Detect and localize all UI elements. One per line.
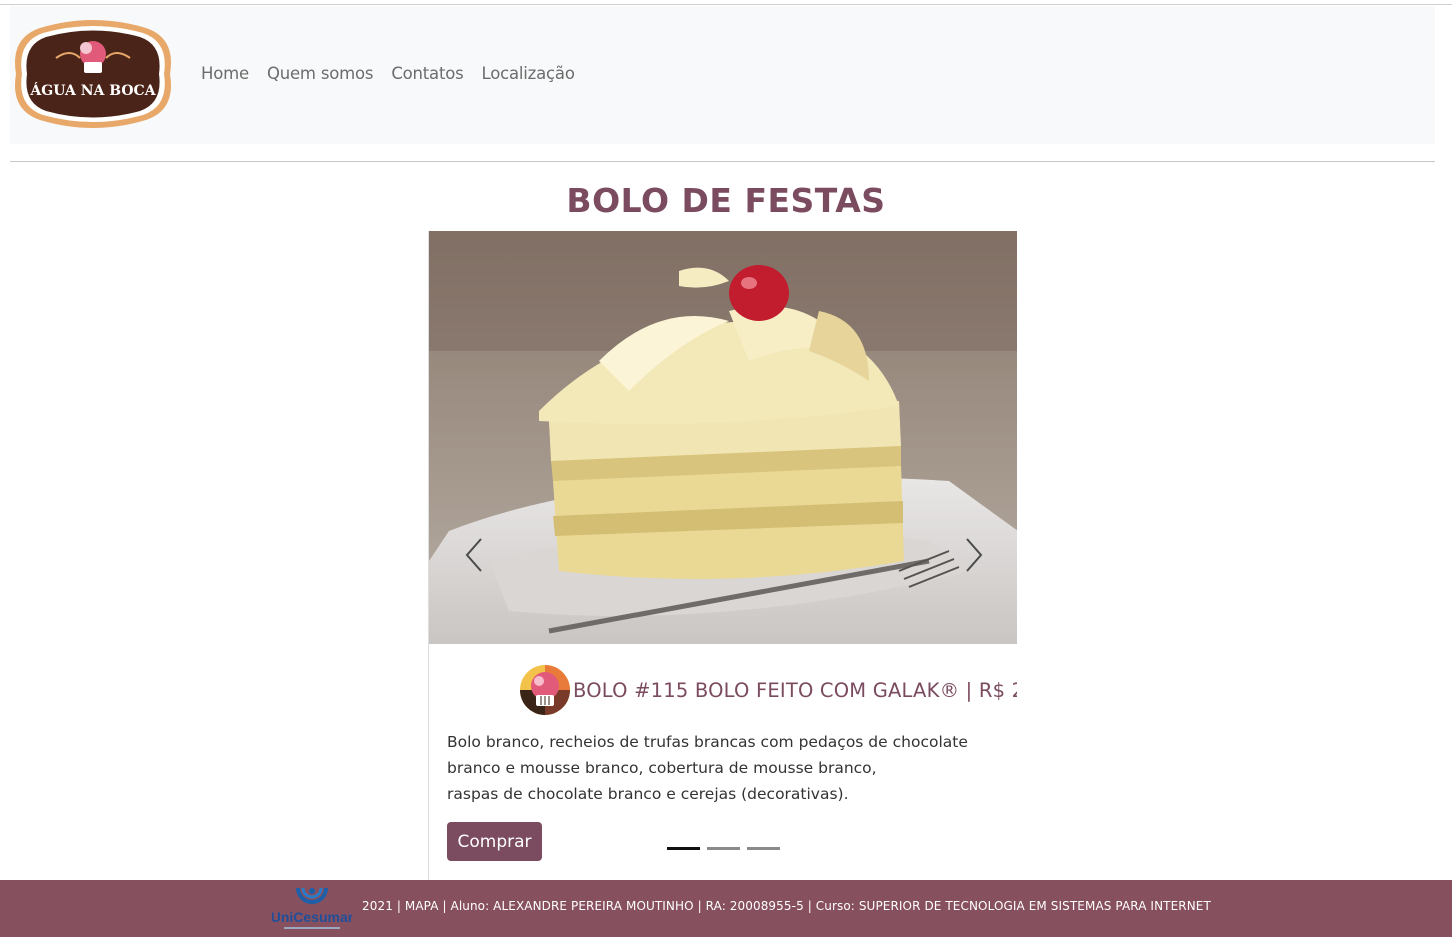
chevron-left-icon[interactable] (459, 531, 489, 579)
nav-link-home[interactable]: Home (201, 64, 249, 83)
brand-logo[interactable]: ÁGUA NA BOCA (10, 18, 176, 130)
carousel-indicator-1[interactable] (667, 847, 700, 850)
footer-text: 2021 | MAPA | Aluno: ALEXANDRE PEREIRA M… (362, 899, 1211, 913)
product-title: BOLO #115 BOLO FEITO COM GALAK® | R$ 2 (573, 678, 1017, 702)
cupcake-icon (520, 665, 570, 715)
nav-links: Home Quem somos Contatos Localização (201, 64, 575, 83)
chevron-right-icon[interactable] (959, 531, 989, 579)
product-description: Bolo branco, recheios de trufas brancas … (447, 729, 1007, 807)
carousel-caption: BOLO #115 BOLO FEITO COM GALAK® | R$ 2 B… (429, 644, 1017, 880)
carousel-indicators (667, 847, 780, 850)
caption-title-row: BOLO #115 BOLO FEITO COM GALAK® | R$ 2 (517, 662, 1017, 718)
carousel-indicator-2[interactable] (707, 847, 740, 850)
product-carousel: BOLO #115 BOLO FEITO COM GALAK® | R$ 2 B… (428, 231, 1017, 880)
buy-button[interactable]: Comprar (447, 822, 542, 861)
nav-link-quem-somos[interactable]: Quem somos (267, 64, 374, 83)
description-line: branco e mousse branco, cobertura de mou… (447, 759, 877, 777)
cake-slice-image (429, 231, 1017, 644)
page-title: BOLO DE FESTAS (566, 181, 886, 220)
unicesumar-logo: UniCesumar (272, 887, 352, 929)
nav-link-contatos[interactable]: Contatos (391, 64, 463, 83)
nav-link-localizacao[interactable]: Localização (482, 64, 575, 83)
carousel-indicator-3[interactable] (747, 847, 780, 850)
logo-text: ÁGUA NA BOCA (29, 81, 156, 99)
navbar: ÁGUA NA BOCA Home Quem somos Contatos Lo… (10, 6, 1435, 144)
top-divider (0, 4, 1452, 5)
footer-logo-text: UniCesumar (272, 909, 352, 925)
description-line: raspas de chocolate branco e cerejas (de… (447, 785, 849, 803)
description-line: Bolo branco, recheios de trufas brancas … (447, 733, 968, 751)
section-divider (10, 161, 1435, 162)
footer: UniCesumar 2021 | MAPA | Aluno: ALEXANDR… (0, 880, 1452, 937)
